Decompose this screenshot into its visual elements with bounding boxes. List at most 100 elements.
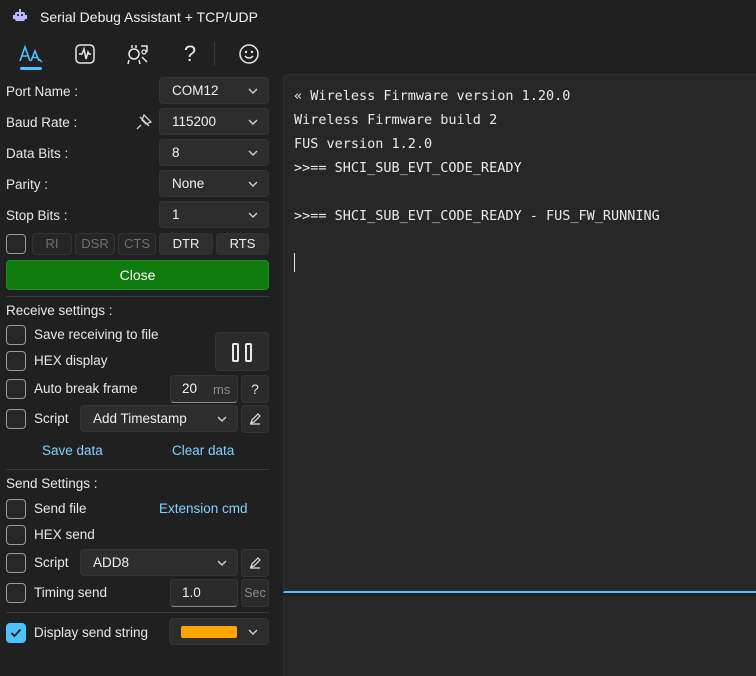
timing-send-value: 1.0 [182, 585, 201, 600]
help-icon: ? [251, 381, 259, 397]
port-name-label: Port Name : [6, 84, 79, 99]
save-to-file-checkbox[interactable] [6, 325, 26, 345]
port-name-value: COM12 [172, 83, 219, 98]
receive-settings-title: Receive settings : [6, 303, 113, 318]
auto-break-unit: ms [213, 382, 231, 397]
extension-cmd-link[interactable]: Extension cmd [159, 501, 248, 516]
font-settings-button[interactable] [14, 38, 48, 70]
receive-script-edit-button[interactable] [241, 405, 269, 433]
hex-send-label: HEX send [34, 527, 95, 542]
pin-icon[interactable] [135, 113, 153, 131]
send-settings-title: Send Settings : [6, 476, 98, 491]
baud-rate-value: 115200 [172, 114, 217, 129]
chevron-down-icon [248, 119, 258, 125]
parity-label: Parity : [6, 177, 49, 192]
chevron-down-icon [248, 88, 258, 94]
signals-checkbox[interactable] [6, 234, 26, 254]
chevron-down-icon [217, 416, 227, 422]
chevron-down-icon [248, 181, 258, 187]
send-script-combo[interactable]: ADD8 [80, 549, 238, 576]
timing-unit-box: Sec [241, 579, 269, 607]
auto-break-label: Auto break frame [34, 381, 138, 396]
dsr-button[interactable]: DSR [75, 233, 115, 255]
tools-icon [127, 45, 148, 65]
text-caret [294, 253, 295, 272]
receive-script-checkbox[interactable] [6, 409, 26, 429]
display-send-label: Display send string [34, 625, 149, 640]
about-button[interactable] [232, 38, 266, 70]
window-title: Serial Debug Assistant + TCP/UDP [40, 9, 259, 25]
waveform-icon [75, 44, 95, 64]
port-name-combo[interactable]: COM12 [159, 77, 269, 104]
check-icon [10, 628, 22, 638]
timing-unit: Sec [244, 586, 266, 600]
receive-script-combo[interactable]: Add Timestamp [80, 405, 238, 432]
close-port-button[interactable]: Close [6, 260, 269, 290]
help-icon: ? [183, 41, 197, 66]
stop-bits-value: 1 [172, 207, 180, 222]
edit-icon [250, 557, 261, 569]
data-bits-combo[interactable]: 8 [159, 139, 269, 166]
dtr-button[interactable]: DTR [159, 233, 213, 255]
auto-break-value: 20 [182, 381, 198, 396]
output-line: >>== SHCI_SUB_EVT_CODE_READY [294, 160, 522, 176]
timing-send-label: Timing send [34, 585, 108, 600]
chevron-down-icon [248, 150, 258, 156]
help-button[interactable]: ? [173, 38, 207, 70]
output-line: FUS version 1.2.0 [294, 136, 433, 152]
receive-script-label: Script [34, 411, 69, 426]
send-file-checkbox[interactable] [6, 499, 26, 519]
send-script-value: ADD8 [93, 555, 130, 570]
auto-break-help-button[interactable]: ? [241, 375, 269, 403]
send-textbox[interactable] [283, 596, 756, 676]
font-settings-icon [19, 44, 43, 63]
active-tab-indicator [20, 67, 42, 70]
cts-button[interactable]: CTS [118, 233, 156, 255]
baud-rate-label: Baud Rate : [6, 115, 78, 130]
output-line: >>== SHCI_SUB_EVT_CODE_READY - FUS_FW_RU… [294, 208, 660, 224]
pause-button[interactable] [215, 332, 269, 371]
baud-rate-combo[interactable]: 115200 [159, 108, 269, 135]
auto-break-checkbox[interactable] [6, 379, 26, 399]
send-script-label: Script [34, 555, 69, 570]
send-script-edit-button[interactable] [241, 549, 269, 577]
toolbar-divider [214, 42, 215, 66]
output-line: « Wireless Firmware version 1.20.0 [294, 88, 571, 104]
data-bits-value: 8 [172, 145, 180, 160]
display-color-swatch [181, 626, 237, 638]
edit-icon [250, 413, 261, 425]
hex-send-checkbox[interactable] [6, 525, 26, 545]
chevron-down-icon [248, 212, 258, 218]
save-data-link[interactable]: Save data [42, 443, 103, 458]
parity-value: None [172, 176, 205, 191]
data-bits-label: Data Bits : [6, 146, 69, 161]
hex-display-label: HEX display [34, 353, 108, 368]
receive-script-value: Add Timestamp [93, 411, 187, 426]
ri-button[interactable]: RI [32, 233, 72, 255]
chevron-down-icon [217, 560, 227, 566]
send-file-label: Send file [34, 501, 87, 516]
chevron-down-icon [248, 629, 258, 635]
timing-send-checkbox[interactable] [6, 583, 26, 603]
stop-bits-label: Stop Bits : [6, 208, 68, 223]
title-bar: Serial Debug Assistant + TCP/UDP [0, 0, 756, 34]
toolbar: ? [0, 34, 756, 74]
receive-textbox[interactable]: « Wireless Firmware version 1.20.0 Wirel… [283, 74, 756, 593]
save-to-file-label: Save receiving to file [34, 327, 159, 342]
output-line: Wireless Firmware build 2 [294, 112, 498, 128]
divider [6, 296, 269, 297]
parity-combo[interactable]: None [159, 170, 269, 197]
waveform-button[interactable] [68, 38, 102, 70]
app-icon [13, 9, 27, 21]
hex-display-checkbox[interactable] [6, 351, 26, 371]
divider [6, 469, 269, 470]
stop-bits-combo[interactable]: 1 [159, 201, 269, 228]
tools-button[interactable] [121, 38, 155, 70]
clear-data-link[interactable]: Clear data [172, 443, 234, 458]
timing-send-input[interactable]: 1.0 [170, 579, 238, 607]
send-script-checkbox[interactable] [6, 553, 26, 573]
divider [6, 612, 269, 613]
rts-button[interactable]: RTS [216, 233, 269, 255]
display-send-checkbox[interactable] [6, 623, 26, 643]
smiley-icon [239, 44, 259, 64]
